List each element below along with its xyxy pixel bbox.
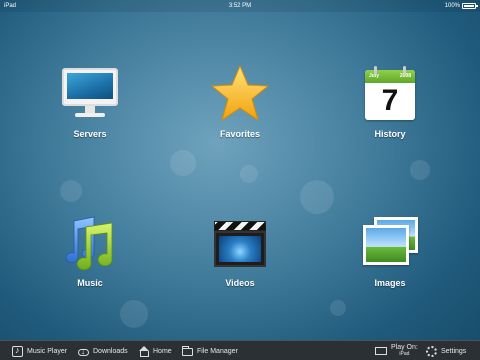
background-bokeh bbox=[410, 160, 430, 180]
battery-icon bbox=[462, 3, 478, 9]
home-button[interactable]: Home bbox=[138, 341, 172, 360]
tile-history[interactable]: July 2008 7 History bbox=[345, 64, 435, 139]
tile-images[interactable]: Images bbox=[345, 213, 435, 288]
downloads-label: Downloads bbox=[93, 347, 128, 355]
play-on-label: Play On: bbox=[391, 344, 418, 351]
monitor-icon bbox=[60, 64, 120, 124]
downloads-button[interactable]: Downloads bbox=[78, 341, 128, 360]
tile-servers[interactable]: Servers bbox=[45, 64, 135, 139]
tile-label-servers: Servers bbox=[73, 129, 107, 139]
background-bokeh bbox=[330, 300, 346, 316]
tile-label-music: Music bbox=[77, 278, 103, 288]
tile-label-videos: Videos bbox=[225, 278, 255, 288]
tile-label-favorites: Favorites bbox=[219, 129, 261, 139]
cloud-download-icon bbox=[78, 347, 89, 356]
folder-icon bbox=[182, 346, 193, 356]
screen-icon bbox=[375, 347, 387, 355]
clock: 3:52 PM bbox=[228, 3, 252, 9]
settings-label: Settings bbox=[441, 347, 467, 355]
music-player-button[interactable]: Music Player bbox=[12, 341, 67, 360]
battery-percent: 100% bbox=[444, 3, 460, 9]
calendar-day: 7 bbox=[381, 84, 399, 117]
music-notes-icon bbox=[60, 213, 120, 273]
file-manager-label: File Manager bbox=[197, 347, 238, 355]
background-bokeh bbox=[240, 165, 258, 183]
gear-icon bbox=[426, 345, 437, 357]
play-on-button[interactable]: Play On: iPad bbox=[375, 341, 418, 360]
music-player-icon bbox=[12, 345, 23, 357]
background-bokeh bbox=[170, 150, 196, 176]
calendar-icon: July 2008 7 bbox=[360, 64, 420, 124]
music-player-label: Music Player bbox=[27, 347, 68, 355]
tile-label-history: History bbox=[374, 129, 406, 139]
home-icon bbox=[138, 345, 149, 357]
battery-indicator: 100% bbox=[444, 0, 478, 12]
bottom-toolbar: Music Player Downloads Home File Manager… bbox=[0, 340, 480, 360]
background-bokeh bbox=[120, 300, 148, 328]
background-bokeh bbox=[60, 180, 82, 202]
tile-label-images: Images bbox=[374, 278, 406, 288]
tile-music[interactable]: Music bbox=[45, 213, 135, 288]
background-bokeh bbox=[300, 180, 334, 214]
clapperboard-icon bbox=[210, 213, 270, 273]
tile-favorites[interactable]: Favorites bbox=[195, 64, 285, 139]
settings-button[interactable]: Settings bbox=[426, 341, 466, 360]
file-manager-button[interactable]: File Manager bbox=[182, 341, 238, 360]
photos-icon bbox=[360, 213, 420, 273]
home-label: Home bbox=[153, 347, 172, 355]
star-icon bbox=[210, 64, 270, 124]
status-bar: iPad 3:52 PM 100% bbox=[0, 0, 480, 12]
tile-videos[interactable]: Videos bbox=[195, 213, 285, 288]
play-on-device: iPad bbox=[399, 351, 410, 357]
